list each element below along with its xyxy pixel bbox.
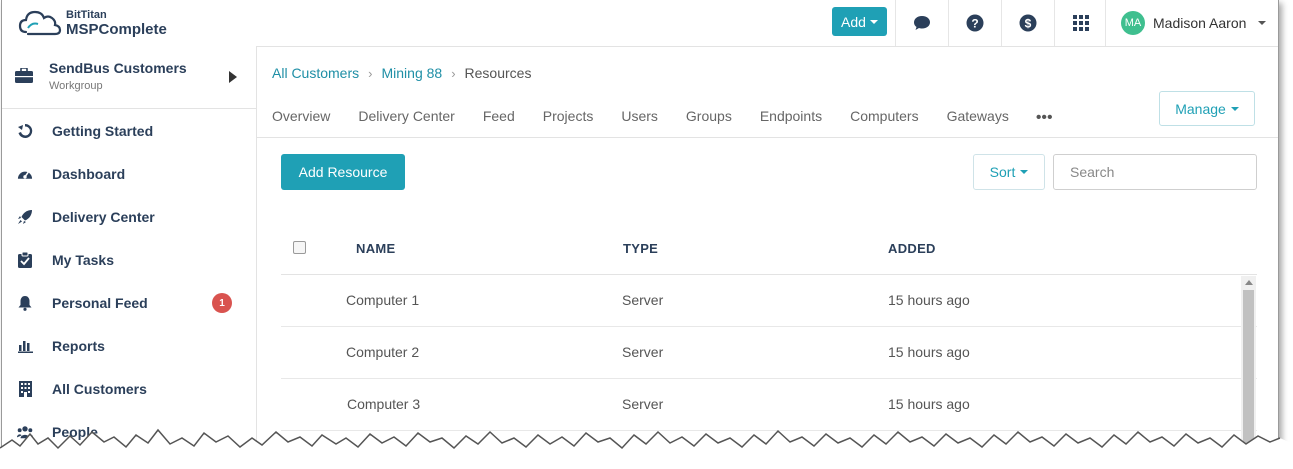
sort-button-label: Sort: [989, 164, 1016, 180]
user-name: Madison Aaron: [1153, 15, 1247, 31]
more-horizontal-icon[interactable]: •••: [1036, 108, 1053, 126]
sidebar-item-label: Dashboard: [52, 165, 126, 182]
torn-edge-decoration: [0, 428, 1293, 469]
manage-button-label: Manage: [1175, 100, 1226, 117]
sidebar-item-getting-started[interactable]: Getting Started: [2, 109, 256, 152]
cell-added: 15 hours ago: [888, 344, 970, 360]
resources-table: NAME TYPE ADDED Computer 1 Server 15 hou…: [281, 224, 1257, 431]
chevron-right-icon: ›: [368, 65, 373, 81]
sidebar: SendBus Customers Workgroup Getting Star…: [2, 46, 257, 469]
cell-type: Server: [622, 292, 664, 308]
tab-overview[interactable]: Overview: [272, 108, 330, 125]
tab-projects[interactable]: Projects: [543, 108, 594, 125]
apps-grid-icon: [1073, 15, 1089, 31]
table-row[interactable]: Computer 2 Server 15 hours ago: [281, 327, 1257, 379]
bittitan-logo[interactable]: BitTitan MSPComplete: [18, 6, 167, 40]
avatar: MA: [1121, 11, 1145, 35]
logo-line2: MSPComplete: [66, 20, 167, 38]
sidebar-item-label: Personal Feed: [52, 294, 148, 311]
select-all-checkbox[interactable]: [293, 241, 306, 254]
building-icon: [17, 381, 33, 397]
sidebar-item-reports[interactable]: Reports: [2, 324, 256, 367]
main-content: All Customers › Mining 88 › Resources Ov…: [257, 46, 1278, 469]
cloud-logo-icon: [18, 10, 62, 36]
table-header: NAME TYPE ADDED: [281, 224, 1257, 275]
apps-button[interactable]: [1054, 0, 1107, 46]
workgroup-selector[interactable]: SendBus Customers Workgroup: [2, 46, 256, 109]
billing-button[interactable]: $: [1001, 0, 1054, 46]
breadcrumb-link-all-customers[interactable]: All Customers: [272, 65, 359, 81]
dashboard-icon: [17, 166, 33, 182]
cell-added: 15 hours ago: [888, 396, 970, 412]
logo-line1: BitTitan: [66, 8, 107, 21]
sidebar-item-dashboard[interactable]: Dashboard: [2, 152, 256, 195]
sidebar-item-label: Delivery Center: [52, 208, 155, 225]
bell-icon: [17, 295, 33, 311]
notification-badge: 1: [212, 293, 232, 313]
help-button[interactable]: ?: [948, 0, 1001, 46]
breadcrumb-current: Resources: [464, 65, 532, 81]
search-input[interactable]: [1053, 154, 1257, 190]
manage-button[interactable]: Manage: [1159, 91, 1255, 126]
caret-down-icon: [1020, 170, 1029, 174]
column-header-added[interactable]: ADDED: [888, 241, 936, 256]
add-button[interactable]: Add: [832, 7, 887, 36]
svg-text:?: ?: [971, 17, 978, 31]
divider: [257, 137, 1278, 138]
expand-arrow-icon[interactable]: [229, 71, 237, 83]
sidebar-item-label: My Tasks: [52, 251, 114, 268]
workgroup-title: SendBus Customers: [49, 60, 187, 76]
bar-chart-icon: [17, 338, 33, 354]
rocket-icon: [17, 209, 33, 225]
tab-users[interactable]: Users: [621, 108, 658, 125]
sort-button[interactable]: Sort: [973, 154, 1045, 190]
caret-down-icon: [1230, 106, 1239, 111]
table-row[interactable]: Computer 1 Server 15 hours ago: [281, 275, 1257, 327]
workgroup-subtitle: Workgroup: [49, 80, 103, 92]
sidebar-item-delivery-center[interactable]: Delivery Center: [2, 195, 256, 238]
tab-feed[interactable]: Feed: [483, 108, 515, 125]
column-header-type[interactable]: TYPE: [623, 241, 658, 256]
chat-icon: [914, 16, 930, 30]
sidebar-item-label: Getting Started: [52, 122, 154, 139]
tab-computers[interactable]: Computers: [850, 108, 918, 125]
sidebar-item-all-customers[interactable]: All Customers: [2, 367, 256, 410]
scroll-up-arrow-icon[interactable]: [1245, 280, 1253, 285]
clipboard-check-icon: [17, 252, 33, 268]
sidebar-item-label: All Customers: [52, 380, 147, 397]
cell-name: Computer 1: [346, 292, 420, 308]
app-window: BitTitan MSPComplete Add ? $ MA Madison …: [1, 0, 1279, 469]
cell-added: 15 hours ago: [888, 292, 970, 308]
dollar-icon: $: [1019, 14, 1037, 32]
tab-groups[interactable]: Groups: [686, 108, 732, 125]
getting-started-icon: [17, 123, 33, 139]
column-header-name[interactable]: NAME: [356, 241, 395, 256]
tab-gateways[interactable]: Gateways: [947, 108, 1009, 125]
caret-down-icon: [1258, 21, 1267, 25]
add-resource-button[interactable]: Add Resource: [281, 154, 405, 190]
breadcrumb: All Customers › Mining 88 › Resources: [272, 65, 531, 81]
tab-delivery-center[interactable]: Delivery Center: [358, 108, 454, 125]
user-menu[interactable]: MA Madison Aaron: [1105, 0, 1278, 46]
sidebar-item-personal-feed[interactable]: Personal Feed 1: [2, 281, 256, 324]
caret-down-icon: [869, 19, 878, 24]
cell-name: Computer 3: [347, 396, 421, 412]
add-button-label: Add: [841, 13, 866, 30]
top-bar: BitTitan MSPComplete Add ? $ MA Madison …: [2, 0, 1278, 47]
cell-type: Server: [622, 396, 664, 412]
breadcrumb-link-customer[interactable]: Mining 88: [381, 65, 442, 81]
briefcase-icon: [15, 68, 33, 83]
cell-type: Server: [622, 344, 664, 360]
svg-text:$: $: [1025, 17, 1032, 31]
chevron-right-icon: ›: [451, 65, 456, 81]
tab-endpoints[interactable]: Endpoints: [760, 108, 822, 125]
help-icon: ?: [966, 14, 984, 32]
sidebar-item-label: Reports: [52, 337, 105, 354]
sidebar-item-my-tasks[interactable]: My Tasks: [2, 238, 256, 281]
tab-bar: Overview Delivery Center Feed Projects U…: [272, 108, 1053, 126]
cell-name: Computer 2: [346, 344, 420, 360]
chat-button[interactable]: [895, 0, 948, 46]
